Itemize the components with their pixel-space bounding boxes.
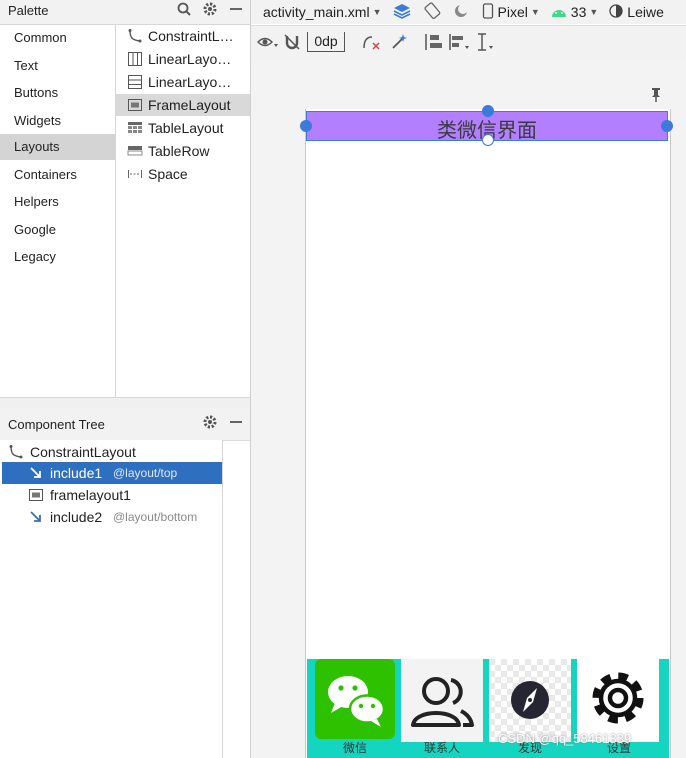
resize-handle-bottom[interactable]	[482, 134, 494, 146]
tab-wechat[interactable]	[315, 659, 395, 739]
category-layouts[interactable]: Layouts	[0, 134, 115, 160]
api-level-selector[interactable]: 33	[571, 4, 587, 20]
widget-linear-layout-vertical[interactable]: LinearLayo…	[116, 48, 250, 70]
settings-gear-icon	[592, 672, 644, 724]
tree-item-constraintlayout[interactable]: ConstraintLayout	[2, 441, 222, 463]
category-containers[interactable]: Containers	[0, 162, 115, 188]
include-arrow-icon	[28, 509, 44, 525]
tree-item-layout-ref: @layout/bottom	[113, 510, 198, 524]
file-selector[interactable]: activity_main.xml	[263, 4, 370, 20]
category-text[interactable]: Text	[0, 53, 115, 79]
component-tree: ConstraintLayout include1 @layout/top fr…	[0, 440, 223, 758]
category-legacy[interactable]: Legacy	[0, 244, 115, 270]
chevron-down-icon[interactable]: ▼	[531, 7, 540, 17]
component-tree-header: Component Tree	[0, 408, 250, 441]
tab-label-wechat: 微信	[342, 741, 367, 755]
widget-table-row[interactable]: TableRow	[116, 140, 250, 162]
widget-linear-layout-horizontal[interactable]: LinearLayo…	[116, 71, 250, 93]
tree-item-framelayout1[interactable]: framelayout1	[2, 484, 222, 506]
constraint-layout-icon	[127, 28, 143, 44]
widget-frame-layout[interactable]: FrameLayout	[116, 94, 250, 116]
gear-icon[interactable]	[202, 1, 218, 17]
component-tree-title: Component Tree	[8, 417, 105, 432]
theme-icon	[608, 3, 624, 22]
minimize-icon[interactable]	[228, 414, 244, 430]
palette-categories: Common Text Buttons Widgets Layouts Cont…	[0, 25, 116, 397]
pin-icon[interactable]	[650, 87, 662, 108]
table-row-icon	[127, 143, 143, 159]
tree-item-include2[interactable]: include2 @layout/bottom	[2, 506, 222, 528]
eye-icon[interactable]	[257, 33, 279, 56]
magnet-off-icon[interactable]	[283, 33, 301, 56]
widget-constraint-layout[interactable]: ConstraintL…	[116, 25, 250, 47]
contacts-icon	[411, 677, 474, 727]
tree-item-label: include2	[50, 509, 103, 525]
theme-selector[interactable]: Leiwe	[627, 4, 664, 20]
clear-constraints-icon[interactable]	[361, 33, 381, 56]
category-buttons[interactable]: Buttons	[0, 80, 115, 106]
android-icon	[550, 3, 568, 22]
orientation-icon[interactable]	[422, 1, 442, 23]
phone-icon[interactable]	[482, 2, 494, 22]
default-margin-field[interactable]: 0dp	[307, 32, 345, 52]
resize-handle-right[interactable]	[661, 120, 673, 132]
night-mode-icon[interactable]	[452, 2, 470, 23]
linear-layout-horizontal-icon	[127, 74, 143, 90]
palette-title: Palette	[8, 3, 49, 18]
constraint-layout-icon	[8, 444, 24, 460]
category-helpers[interactable]: Helpers	[0, 189, 115, 215]
category-google[interactable]: Google	[0, 217, 115, 243]
pack-icon[interactable]	[423, 32, 445, 57]
widget-table-layout[interactable]: TableLayout	[116, 117, 250, 139]
tab-discover[interactable]	[489, 659, 571, 742]
design-toolbar: 0dp	[251, 25, 686, 59]
frame-layout-icon	[127, 97, 143, 113]
top-title-bar[interactable]: 类微信界面	[300, 105, 673, 146]
resize-handle-top[interactable]	[482, 105, 494, 117]
gear-icon[interactable]	[202, 414, 218, 430]
table-layout-icon	[127, 120, 143, 136]
resize-handle-left[interactable]	[300, 120, 312, 132]
category-common[interactable]: Common	[0, 25, 115, 51]
tab-label-contacts: 联系人	[423, 741, 460, 755]
frame-layout-icon	[28, 487, 44, 503]
linear-layout-vertical-icon	[127, 51, 143, 67]
editor-toolbar: activity_main.xml ▼ Pixel ▼ 33 ▼ Leiwe	[251, 0, 686, 24]
tree-item-label: ConstraintLayout	[30, 444, 136, 460]
device-selector[interactable]: Pixel	[498, 4, 528, 20]
include-arrow-icon	[28, 465, 44, 481]
compass-icon	[489, 659, 571, 742]
space-icon	[127, 166, 143, 182]
palette-header: Palette	[0, 0, 250, 25]
guidelines-icon[interactable]	[474, 32, 496, 57]
watermark: CSDN @qq_58461339	[498, 731, 632, 746]
tree-item-include1[interactable]: include1 @layout/top	[2, 462, 222, 484]
category-widgets[interactable]: Widgets	[0, 108, 115, 134]
palette-widget-list: ConstraintL… LinearLayo… LinearLayo… Fra…	[116, 25, 251, 397]
chevron-down-icon[interactable]: ▼	[589, 7, 598, 17]
wechat-logo-icon	[328, 676, 386, 727]
magic-wand-icon[interactable]	[389, 32, 409, 57]
search-icon[interactable]	[176, 1, 192, 17]
minimize-icon[interactable]	[228, 1, 244, 17]
chevron-down-icon[interactable]: ▼	[373, 7, 382, 17]
widget-space[interactable]: Space	[116, 163, 250, 185]
tree-item-label: framelayout1	[50, 487, 131, 503]
tree-item-label: include1	[50, 465, 103, 481]
tab-contacts[interactable]	[401, 659, 483, 742]
layers-icon[interactable]	[392, 2, 412, 23]
tree-item-layout-ref: @layout/top	[113, 466, 178, 480]
tab-settings[interactable]	[577, 659, 659, 742]
align-icon[interactable]	[447, 32, 471, 57]
